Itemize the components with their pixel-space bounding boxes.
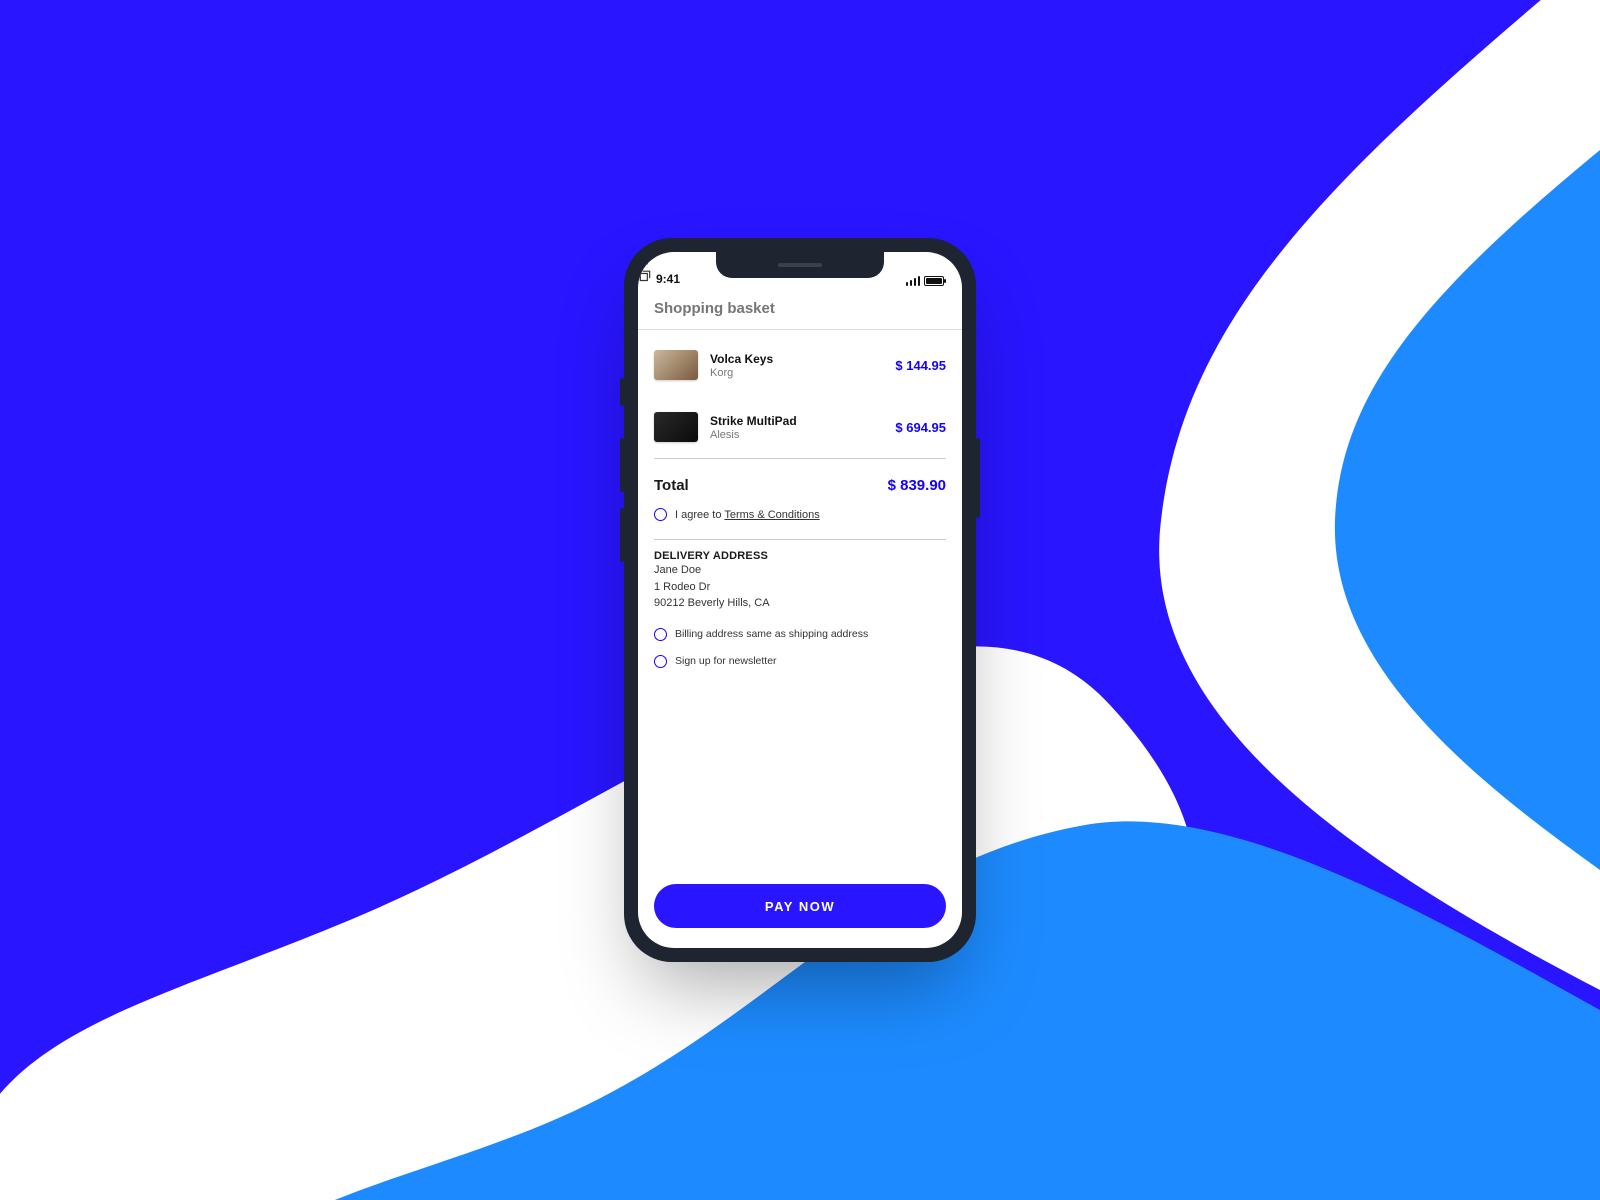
signal-icon <box>906 276 921 286</box>
newsletter-label: Sign up for newsletter <box>675 655 777 667</box>
product-thumbnail <box>654 350 698 380</box>
screen-header: Shopping basket <box>638 290 962 330</box>
product-name: Volca Keys <box>710 352 883 366</box>
phone-screen: 9:41 Shopping basket Volca Keys <box>638 252 962 948</box>
delivery-heading: DELIVERY ADDRESS <box>654 550 770 562</box>
delivery-address-block: DELIVERY ADDRESS Jane Doe 1 Rodeo Dr 902… <box>654 540 946 672</box>
checkbox-icon[interactable] <box>654 655 667 668</box>
terms-link[interactable]: Terms & Conditions <box>724 509 819 521</box>
pay-now-button[interactable]: PAY NOW <box>654 884 946 928</box>
status-time: 9:41 <box>656 272 680 286</box>
checkbox-icon[interactable] <box>654 508 667 521</box>
cart-item: Volca Keys Korg $ 144.95 <box>654 334 946 396</box>
page-title: Shopping basket <box>654 300 946 317</box>
phone-side-button <box>620 508 624 562</box>
newsletter-checkbox-row[interactable]: Sign up for newsletter <box>654 651 946 672</box>
product-name: Strike MultiPad <box>710 414 883 428</box>
terms-checkbox-row[interactable]: I agree to Terms & Conditions <box>654 504 946 525</box>
product-brand: Korg <box>710 367 883 379</box>
screen-content: Volca Keys Korg $ 144.95 Strike MultiPad… <box>638 330 962 872</box>
checkbox-icon[interactable] <box>654 628 667 641</box>
total-row: Total $ 839.90 <box>654 459 946 504</box>
screen-footer: PAY NOW <box>638 872 962 948</box>
phone-side-button <box>976 438 980 518</box>
billing-same-checkbox-row[interactable]: Billing address same as shipping address <box>654 624 946 645</box>
billing-same-label: Billing address same as shipping address <box>675 628 868 640</box>
phone-side-button <box>620 438 624 492</box>
delivery-citystate: 90212 Beverly Hills, CA <box>654 595 770 612</box>
product-price: $ 694.95 <box>895 420 946 435</box>
delivery-street: 1 Rodeo Dr <box>654 579 770 596</box>
total-value: $ 839.90 <box>888 477 946 494</box>
product-thumbnail <box>654 412 698 442</box>
cart-item: Strike MultiPad Alesis $ 694.95 <box>654 396 946 458</box>
phone-notch <box>716 252 884 278</box>
canvas-background: 9:41 Shopping basket Volca Keys <box>0 0 1600 1200</box>
total-label: Total <box>654 477 689 494</box>
battery-icon <box>924 276 944 286</box>
terms-text: I agree to Terms & Conditions <box>675 509 820 521</box>
phone-side-button <box>620 378 624 406</box>
phone-mockup: 9:41 Shopping basket Volca Keys <box>624 238 976 962</box>
product-price: $ 144.95 <box>895 358 946 373</box>
product-brand: Alesis <box>710 429 883 441</box>
delivery-name: Jane Doe <box>654 562 770 579</box>
